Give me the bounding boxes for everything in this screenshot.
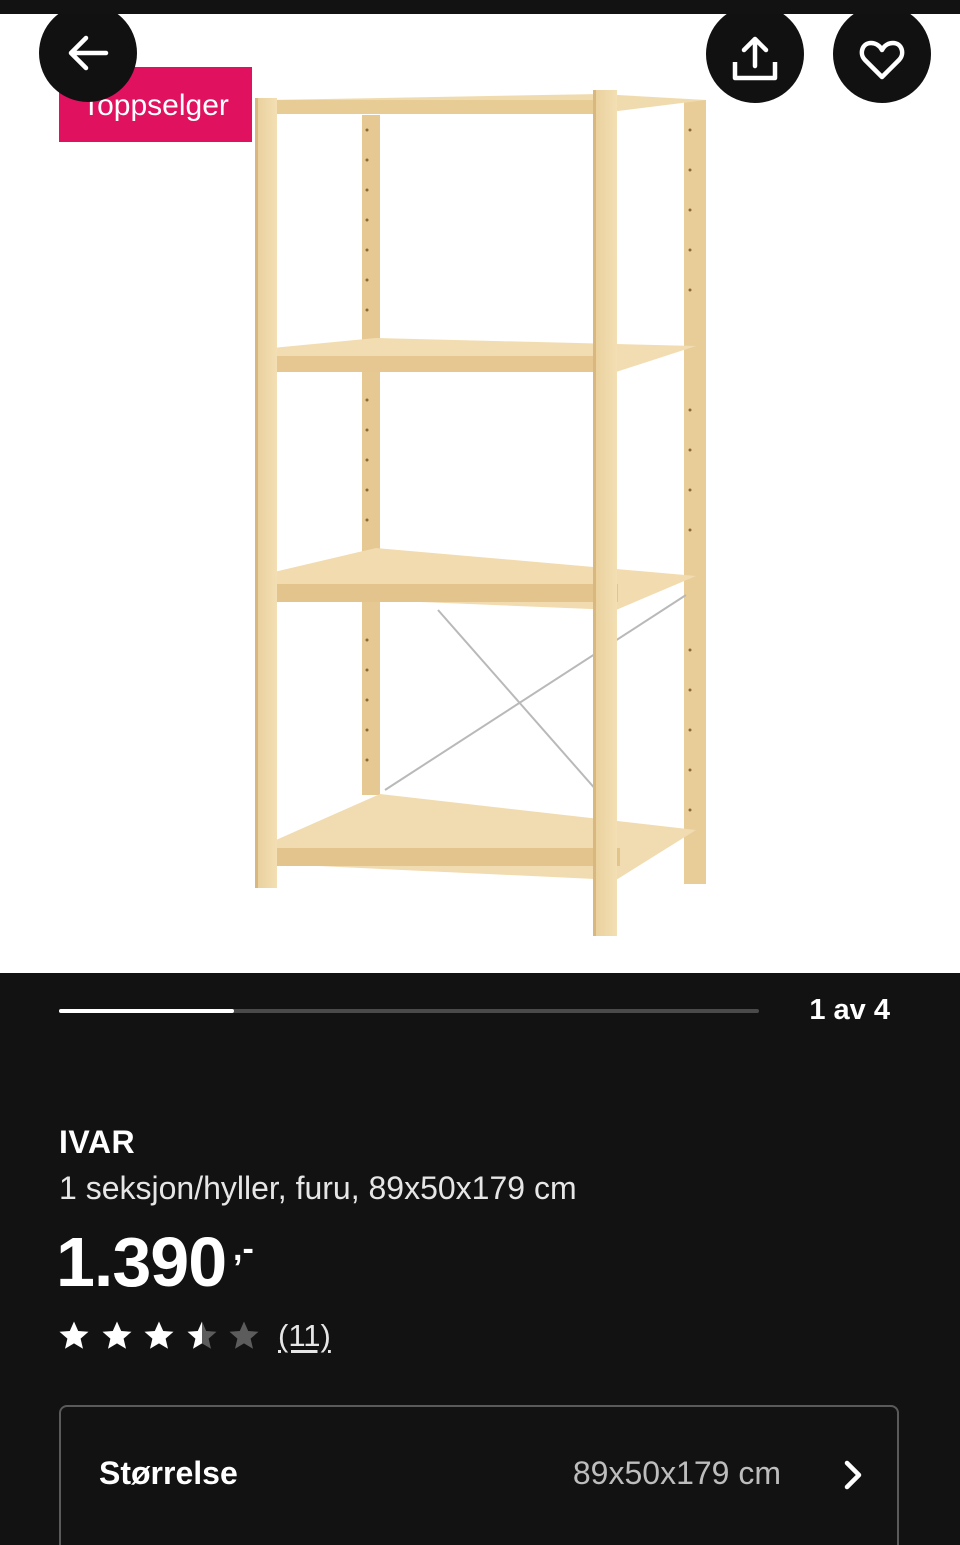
rating-stars[interactable] bbox=[58, 1319, 271, 1353]
product-brand: IVAR bbox=[59, 1124, 136, 1160]
review-count-link[interactable]: (11) bbox=[278, 1318, 331, 1354]
product-image bbox=[255, 90, 706, 936]
chevron-right-icon bbox=[844, 1460, 862, 1490]
heart-icon bbox=[859, 40, 905, 80]
size-selector[interactable]: Størrelse 89x50x179 cm bbox=[59, 1405, 899, 1545]
price-suffix: ,- bbox=[233, 1230, 254, 1268]
star-icon bbox=[144, 1321, 174, 1349]
star-icon bbox=[229, 1321, 259, 1349]
status-bar bbox=[0, 0, 960, 14]
product-description: 1 seksjon/hyller, furu, 89x50x179 cm bbox=[59, 1170, 577, 1206]
product-price: 1.390 bbox=[56, 1223, 227, 1301]
star-icon bbox=[102, 1321, 131, 1349]
arrow-left-icon bbox=[68, 35, 109, 71]
gallery-pager: 1 av 4 bbox=[809, 994, 890, 1026]
star-icon bbox=[187, 1321, 216, 1349]
size-value: 89x50x179 cm bbox=[572, 1455, 781, 1491]
size-label: Størrelse bbox=[99, 1455, 238, 1491]
gallery-progress-bar bbox=[59, 1009, 759, 1013]
product-image-gallery[interactable]: Toppselger bbox=[0, 14, 960, 973]
gallery-progress-fill bbox=[59, 1009, 234, 1013]
star-icon bbox=[59, 1321, 89, 1349]
share-upload-icon bbox=[732, 36, 778, 81]
